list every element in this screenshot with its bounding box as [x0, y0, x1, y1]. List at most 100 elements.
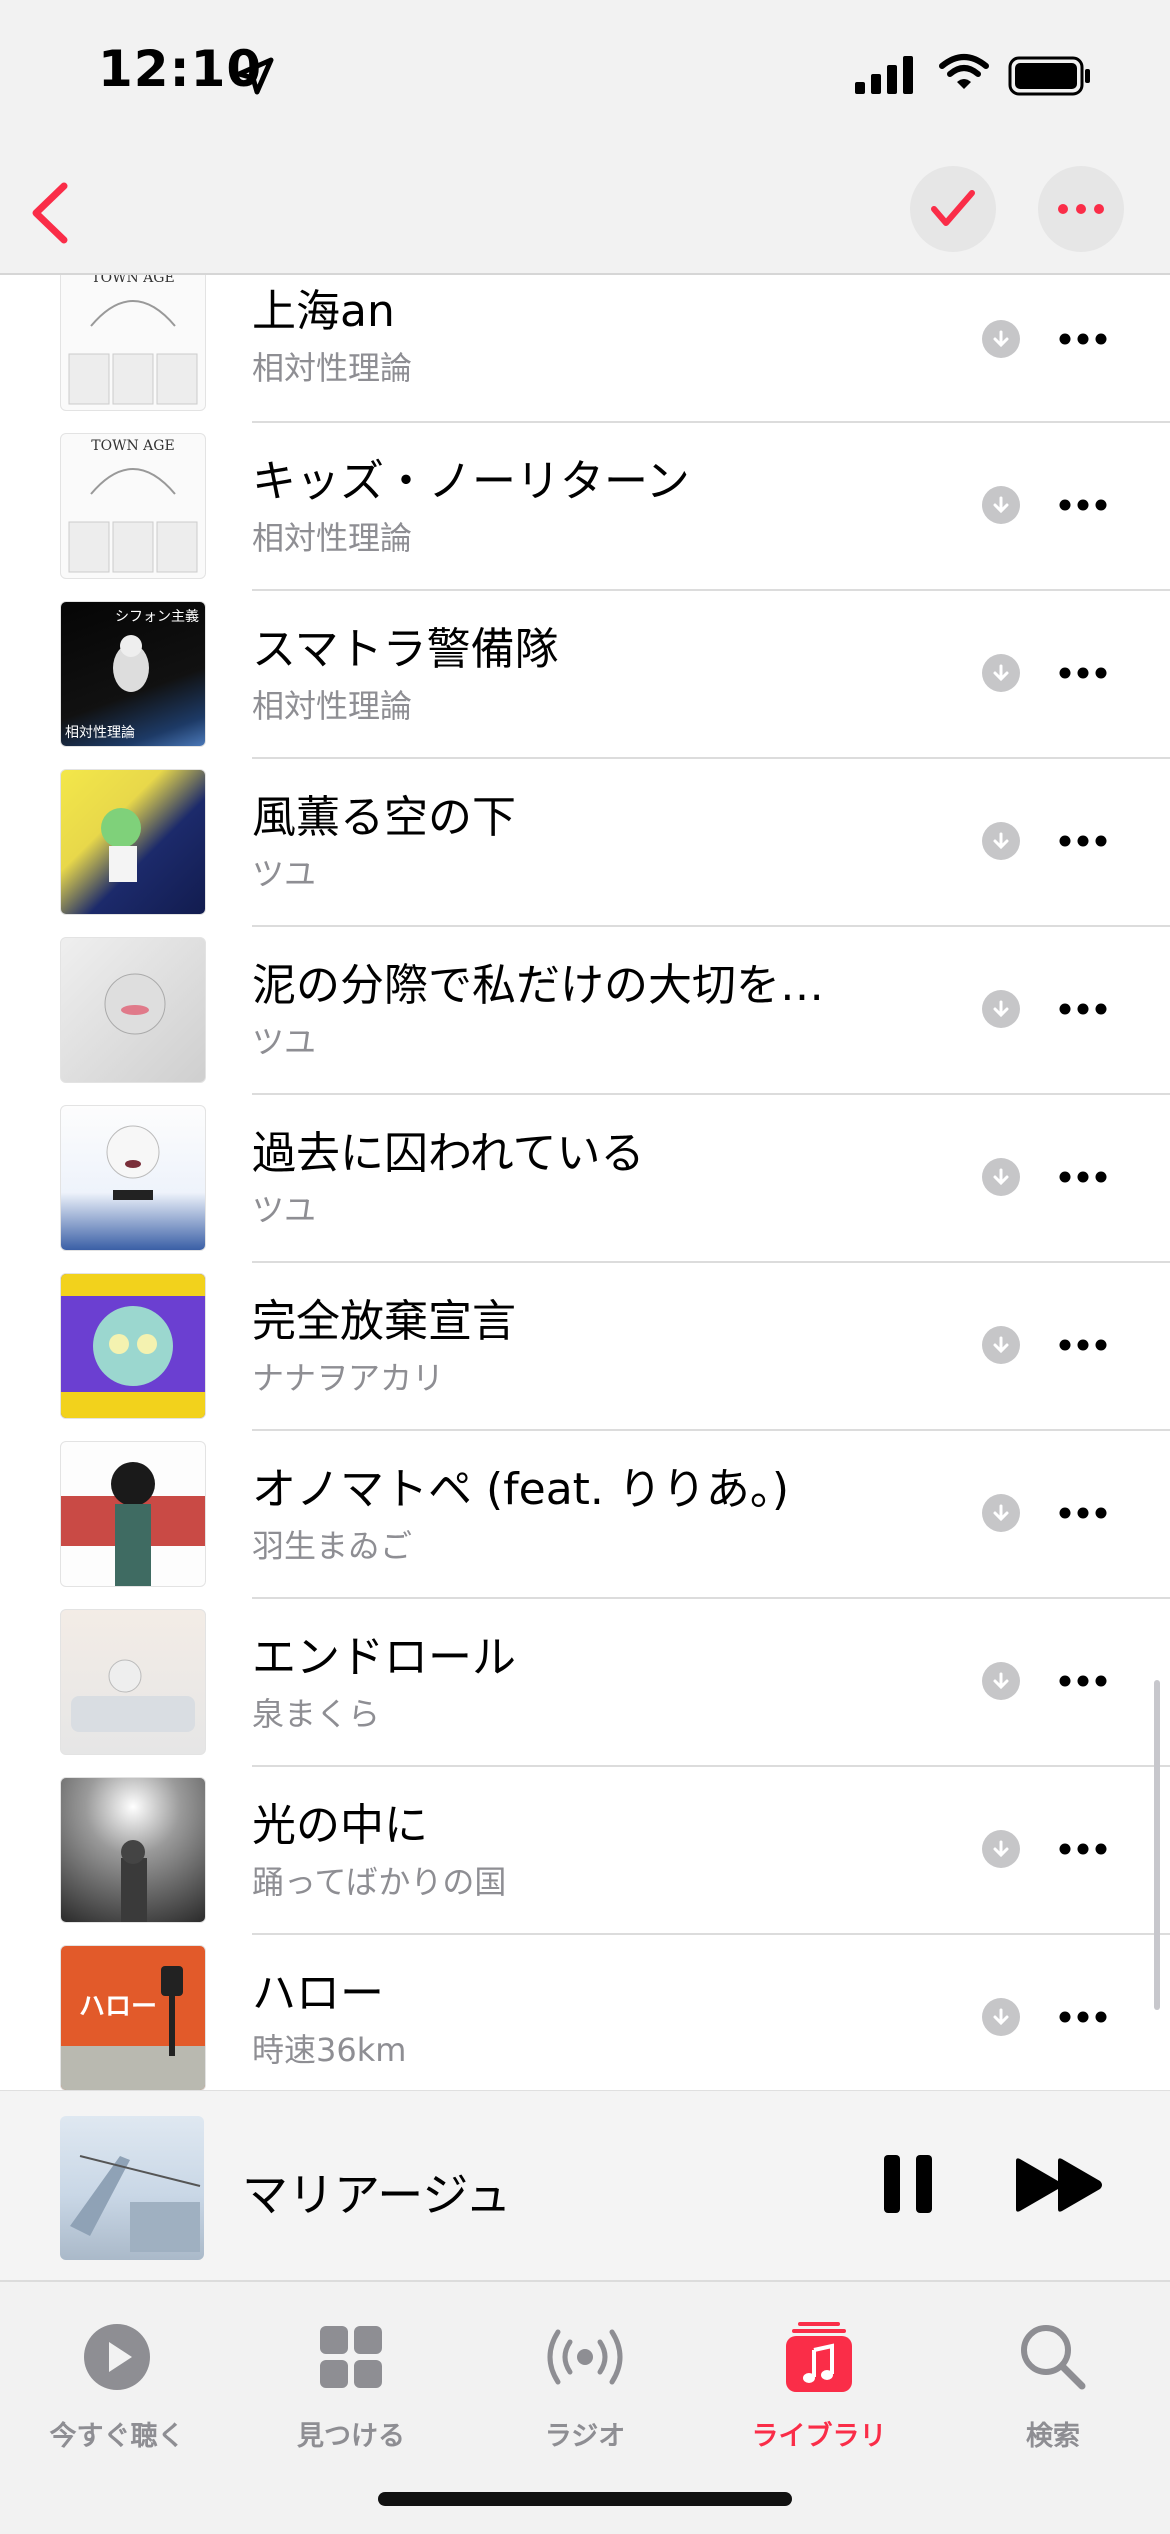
- album-artwork: TOWN AGE: [60, 275, 206, 411]
- artwork-sketch: [68, 300, 198, 405]
- album-artwork: TOWN AGE: [60, 433, 206, 579]
- album-artwork: シフォン主義 相対性理論: [60, 601, 206, 747]
- tab-label: 検索: [1026, 2421, 1080, 2452]
- album-artwork: [60, 1441, 206, 1587]
- tab-label: ラジオ: [544, 2421, 626, 2452]
- song-more-icon[interactable]: [1058, 1674, 1108, 1688]
- song-more-icon[interactable]: [1058, 1002, 1108, 1016]
- ellipsis-icon: [1058, 204, 1104, 214]
- pause-icon[interactable]: [880, 2153, 936, 2215]
- tab-radio[interactable]: ラジオ: [468, 2302, 702, 2452]
- artwork-caption: シフォン主義: [115, 609, 199, 625]
- tab-listen-now[interactable]: 今すぐ聴く: [0, 2302, 234, 2452]
- song-artist: 羽生まゐご: [252, 1527, 413, 1565]
- location-arrow-icon: [236, 57, 274, 95]
- now-playing-title: マリアージュ: [242, 2168, 512, 2222]
- song-row[interactable]: 完全放棄宣言 ナナヲアカリ: [0, 1273, 1170, 1441]
- song-title: ハロー: [252, 1968, 384, 2019]
- song-title: キッズ・ノーリターン: [252, 456, 690, 507]
- song-artist: 泉まくら: [252, 1695, 381, 1733]
- song-row[interactable]: シフォン主義 相対性理論 スマトラ警備隊 相対性理論: [0, 601, 1170, 769]
- song-title: 風薫る空の下: [252, 792, 516, 843]
- download-icon[interactable]: [982, 1998, 1020, 2036]
- album-artwork: [60, 937, 206, 1083]
- song-artist: 相対性理論: [252, 519, 413, 557]
- now-playing-artwork: [60, 2116, 204, 2260]
- song-artist: ツユ: [252, 855, 317, 893]
- song-title: 上海an: [252, 286, 395, 337]
- album-artwork: [60, 1777, 206, 1923]
- song-row[interactable]: 風薫る空の下 ツユ: [0, 769, 1170, 937]
- song-more-icon[interactable]: [1058, 2010, 1108, 2024]
- download-icon[interactable]: [982, 1662, 1020, 1700]
- song-row[interactable]: TOWN AGE 上海an 相対性理論: [0, 275, 1170, 433]
- album-artwork: [60, 1273, 206, 1419]
- artwork-illustration: [70, 2155, 201, 2252]
- download-icon[interactable]: [982, 1830, 1020, 1868]
- song-more-icon[interactable]: [1058, 1338, 1108, 1352]
- download-icon[interactable]: [982, 320, 1020, 358]
- tab-label: 今すぐ聴く: [49, 2421, 185, 2452]
- song-row[interactable]: オノマトペ (feat. りりあ。) 羽生まゐご: [0, 1441, 1170, 1609]
- song-artist: 踊ってばかりの国: [252, 1863, 507, 1901]
- play-circle-icon: [84, 2324, 150, 2390]
- back-chevron-icon[interactable]: [20, 178, 80, 248]
- song-row[interactable]: 光の中に 踊ってばかりの国: [0, 1777, 1170, 1945]
- tab-library[interactable]: ライブラリ: [702, 2302, 936, 2452]
- song-title: 光の中に: [252, 1800, 428, 1851]
- song-title: エンドロール: [252, 1632, 516, 1683]
- download-icon[interactable]: [982, 486, 1020, 524]
- scrollbar[interactable]: [1154, 1680, 1160, 2010]
- home-indicator[interactable]: [378, 2492, 792, 2506]
- more-options-button[interactable]: [1038, 166, 1124, 252]
- download-icon[interactable]: [982, 990, 1020, 1028]
- song-more-icon[interactable]: [1058, 1170, 1108, 1184]
- row-separator: [252, 925, 1170, 927]
- song-more-icon[interactable]: [1058, 332, 1108, 346]
- song-row[interactable]: 泥の分際で私だけの大切を… ツユ: [0, 937, 1170, 1105]
- fast-forward-icon[interactable]: [1012, 2157, 1108, 2213]
- download-icon[interactable]: [982, 1494, 1020, 1532]
- artwork-illustration: [101, 808, 141, 882]
- artwork-illustration: [104, 973, 166, 1035]
- song-more-icon[interactable]: [1058, 498, 1108, 512]
- song-artist: ツユ: [252, 1191, 317, 1229]
- song-title: オノマトペ (feat. りりあ。): [252, 1464, 790, 1515]
- tab-label: ライブラリ: [751, 2421, 887, 2452]
- song-more-icon[interactable]: [1058, 666, 1108, 680]
- song-list[interactable]: TOWN AGE 上海an 相対性理論 TOWN AGE キッズ・ノーリターン …: [0, 275, 1170, 2090]
- mini-player[interactable]: マリアージュ: [0, 2090, 1170, 2281]
- select-done-button[interactable]: [910, 166, 996, 252]
- song-row[interactable]: TOWN AGE キッズ・ノーリターン 相対性理論: [0, 433, 1170, 601]
- artwork-caption: TOWN AGE: [91, 438, 175, 454]
- song-more-icon[interactable]: [1058, 1842, 1108, 1856]
- artwork-caption: 相対性理論: [65, 725, 135, 741]
- download-icon[interactable]: [982, 822, 1020, 860]
- download-icon[interactable]: [982, 1158, 1020, 1196]
- artwork-illustration: [121, 1840, 147, 1922]
- tab-browse[interactable]: 見つける: [234, 2302, 468, 2452]
- artwork-illustration: [61, 1462, 205, 1586]
- status-bar: 12:10: [0, 0, 1170, 150]
- song-more-icon[interactable]: [1058, 1506, 1108, 1520]
- song-more-icon[interactable]: [1058, 834, 1108, 848]
- row-separator: [252, 421, 1170, 423]
- download-icon[interactable]: [982, 654, 1020, 692]
- song-row[interactable]: 過去に囚われている ツユ: [0, 1105, 1170, 1273]
- tab-search[interactable]: 検索: [936, 2302, 1170, 2452]
- row-separator: [252, 757, 1170, 759]
- song-title: スマトラ警備隊: [252, 624, 559, 675]
- song-row[interactable]: エンドロール 泉まくら: [0, 1609, 1170, 1777]
- album-artwork: ハロー: [60, 1945, 206, 2090]
- artwork-illustration: [106, 1125, 160, 1200]
- download-icon[interactable]: [982, 1326, 1020, 1364]
- song-row[interactable]: ハロー ハロー 時速36km: [0, 1945, 1170, 2090]
- artwork-illustration: [71, 1659, 195, 1732]
- song-artist: 時速36km: [252, 2031, 407, 2069]
- checkmark-icon: [931, 190, 975, 226]
- row-separator: [252, 1093, 1170, 1095]
- song-title: 泥の分際で私だけの大切を…: [252, 960, 824, 1011]
- wifi-icon: [939, 54, 989, 89]
- song-title: 過去に囚われている: [252, 1128, 645, 1179]
- music-library-icon: [786, 2322, 852, 2392]
